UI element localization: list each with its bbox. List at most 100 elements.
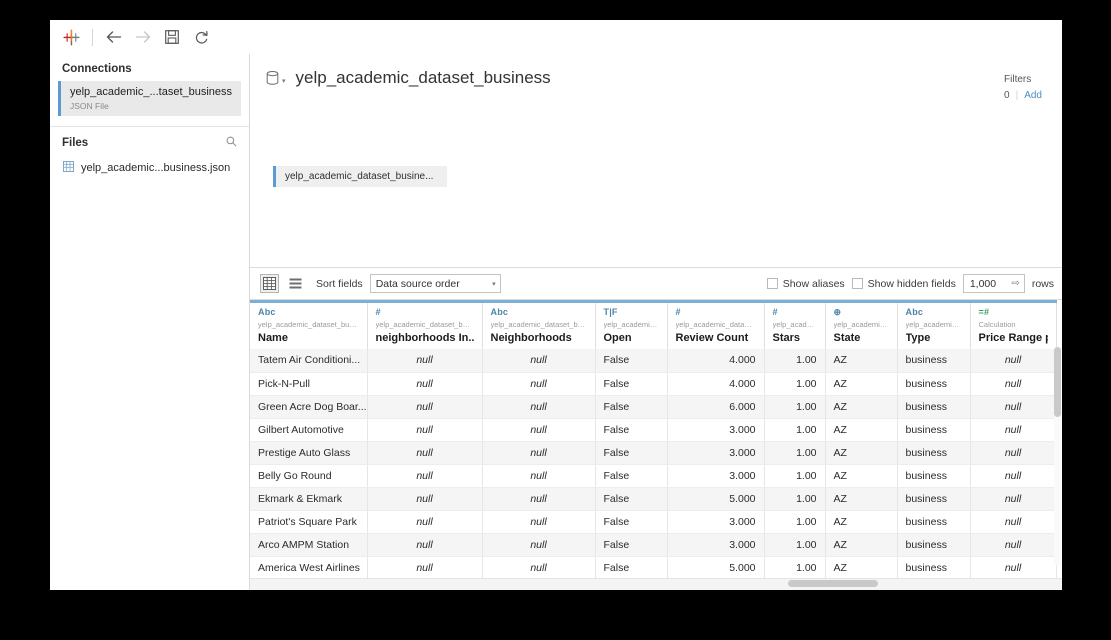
sort-order-select[interactable]: Data source order ▾ <box>369 274 501 293</box>
column-type-glyph[interactable]: # <box>773 307 817 318</box>
table-row[interactable]: America West Airlines null null False 5.000 1… <box>250 556 1057 580</box>
table-row[interactable]: Prestige Auto Glass null null False 3.000 1.0… <box>250 441 1057 465</box>
cell-type[interactable]: business <box>897 533 971 557</box>
cell-state[interactable]: AZ <box>825 464 898 488</box>
cell-name[interactable]: Gilbert Automotive <box>250 418 368 442</box>
cell-type[interactable]: business <box>897 464 971 488</box>
cell-name[interactable]: Arco AMPM Station <box>250 533 368 557</box>
cell-open[interactable]: False <box>595 349 668 373</box>
cell-neighborhoods-in[interactable]: null <box>367 487 483 511</box>
cell-price-range-per-att[interactable]: null <box>970 556 1057 580</box>
table-row[interactable]: Ekmark & Ekmark null null False 5.000 1.00 AZ b… <box>250 487 1057 511</box>
cell-neighborhoods-in[interactable]: null <box>367 510 483 534</box>
show-hidden-fields-checkbox[interactable]: Show hidden fields <box>851 278 956 290</box>
column-header-neighborhoods[interactable]: Abc yelp_academic_dataset_busin... Neighbo… <box>482 300 596 349</box>
rows-count-input[interactable]: 1,000 ⇨ <box>962 274 1025 293</box>
table-row[interactable]: Patriot's Square Park null null False 3.000 1… <box>250 510 1057 534</box>
table-row[interactable]: Belly Go Round null null False 3.000 1.00 AZ bu… <box>250 464 1057 488</box>
cell-name[interactable]: Tatem Air Conditioni... <box>250 349 368 373</box>
table-chip[interactable]: yelp_academic_dataset_busine... <box>273 166 448 187</box>
cell-review-count[interactable]: 3.000 <box>667 418 765 442</box>
cell-stars[interactable]: 1.00 <box>764 510 826 534</box>
column-header-state[interactable]: ⊕ yelp_academic_d... State <box>825 300 898 349</box>
column-type-glyph[interactable]: Abc <box>258 307 359 318</box>
cell-neighborhoods-in[interactable]: null <box>367 372 483 396</box>
cell-open[interactable]: False <box>595 395 668 419</box>
cell-type[interactable]: business <box>897 418 971 442</box>
show-aliases-checkbox[interactable]: Show aliases <box>766 278 845 290</box>
join-canvas[interactable]: yelp_academic_dataset_busine... <box>250 104 1062 268</box>
cell-stars[interactable]: 1.00 <box>764 556 826 580</box>
cell-open[interactable]: False <box>595 510 668 534</box>
cell-stars[interactable]: 1.00 <box>764 395 826 419</box>
save-icon[interactable] <box>159 24 185 50</box>
cell-review-count[interactable]: 3.000 <box>667 464 765 488</box>
column-header-open[interactable]: T|F yelp_academic_d... Open <box>595 300 668 349</box>
horizontal-scroll-thumb[interactable] <box>788 580 878 587</box>
cell-neighborhoods-in[interactable]: null <box>367 349 483 373</box>
cell-neighborhoods-in[interactable]: null <box>367 441 483 465</box>
cell-neighborhoods-in[interactable]: null <box>367 464 483 488</box>
cell-name[interactable]: America West Airlines <box>250 556 368 580</box>
cell-stars[interactable]: 1.00 <box>764 418 826 442</box>
cell-type[interactable]: business <box>897 510 971 534</box>
cell-name[interactable]: Belly Go Round <box>250 464 368 488</box>
cell-state[interactable]: AZ <box>825 395 898 419</box>
table-row[interactable]: Arco AMPM Station null null False 3.000 1.00 A… <box>250 533 1057 557</box>
cell-state[interactable]: AZ <box>825 349 898 373</box>
column-type-glyph[interactable]: T|F <box>604 307 659 318</box>
cell-review-count[interactable]: 4.000 <box>667 372 765 396</box>
table-row[interactable]: Gilbert Automotive null null False 3.000 1.00… <box>250 418 1057 442</box>
cell-stars[interactable]: 1.00 <box>764 441 826 465</box>
cell-neighborhoods-in[interactable]: null <box>367 395 483 419</box>
table-row[interactable]: Pick-N-Pull null null False 4.000 1.00 AZ busin… <box>250 372 1057 396</box>
datasource-icon-group[interactable]: ▾ <box>266 68 286 90</box>
column-header-neighborhoods-in[interactable]: # yelp_academic_dataset_busin... neighborh… <box>367 300 483 349</box>
cell-neighborhoods[interactable]: null <box>482 395 596 419</box>
cell-name[interactable]: Patriot's Square Park <box>250 510 368 534</box>
cell-open[interactable]: False <box>595 418 668 442</box>
tableau-logo-icon[interactable] <box>58 24 84 50</box>
horizontal-scrollbar[interactable] <box>250 579 1056 588</box>
cell-name[interactable]: Green Acre Dog Boar... <box>250 395 368 419</box>
column-type-glyph[interactable]: Abc <box>491 307 587 318</box>
cell-price-range-per-att[interactable]: null <box>970 349 1057 373</box>
cell-type[interactable]: business <box>897 487 971 511</box>
cell-price-range-per-att[interactable]: null <box>970 464 1057 488</box>
cell-stars[interactable]: 1.00 <box>764 487 826 511</box>
cell-review-count[interactable]: 3.000 <box>667 510 765 534</box>
cell-price-range-per-att[interactable]: null <box>970 487 1057 511</box>
cell-state[interactable]: AZ <box>825 533 898 557</box>
column-type-glyph[interactable]: =# <box>979 307 1048 318</box>
vertical-scrollbar[interactable] <box>1054 347 1061 565</box>
add-filter-link[interactable]: Add <box>1024 88 1042 104</box>
column-type-glyph[interactable]: # <box>676 307 756 318</box>
cell-state[interactable]: AZ <box>825 556 898 580</box>
cell-neighborhoods[interactable]: null <box>482 418 596 442</box>
table-row[interactable]: Green Acre Dog Boar... null null False 6.000… <box>250 395 1057 419</box>
cell-neighborhoods-in[interactable]: null <box>367 418 483 442</box>
cell-type[interactable]: business <box>897 556 971 580</box>
vertical-scroll-thumb[interactable] <box>1054 347 1061 417</box>
cell-stars[interactable]: 1.00 <box>764 372 826 396</box>
column-header-review-count[interactable]: # yelp_academic_dataset_... Review Count <box>667 300 765 349</box>
cell-neighborhoods[interactable]: null <box>482 533 596 557</box>
refresh-icon[interactable] <box>188 24 214 50</box>
cell-stars[interactable]: 1.00 <box>764 464 826 488</box>
cell-open[interactable]: False <box>595 372 668 396</box>
cell-open[interactable]: False <box>595 533 668 557</box>
cell-neighborhoods[interactable]: null <box>482 464 596 488</box>
cell-review-count[interactable]: 3.000 <box>667 441 765 465</box>
cell-neighborhoods-in[interactable]: null <box>367 556 483 580</box>
back-arrow-icon[interactable] <box>101 24 127 50</box>
cell-type[interactable]: business <box>897 349 971 373</box>
cell-price-range-per-att[interactable]: null <box>970 441 1057 465</box>
search-icon[interactable] <box>226 136 237 150</box>
stepper-arrow-icon[interactable]: ⇨ <box>1011 278 1019 289</box>
cell-type[interactable]: business <box>897 441 971 465</box>
cell-review-count[interactable]: 5.000 <box>667 556 765 580</box>
cell-neighborhoods-in[interactable]: null <box>367 533 483 557</box>
cell-type[interactable]: business <box>897 372 971 396</box>
column-header-type[interactable]: Abc yelp_academic_... Type <box>897 300 971 349</box>
cell-neighborhoods[interactable]: null <box>482 372 596 396</box>
